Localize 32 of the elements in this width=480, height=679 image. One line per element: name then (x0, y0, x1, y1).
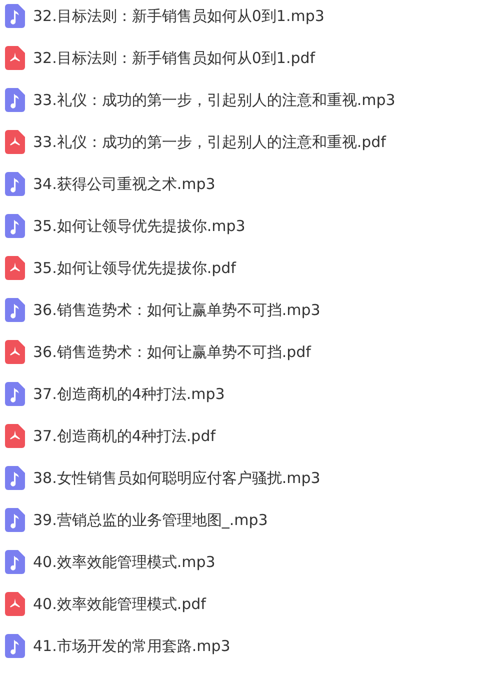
music-file-icon (5, 508, 25, 532)
file-name[interactable]: 33.礼仪：成功的第一步，引起别人的注意和重视.mp3 (33, 90, 396, 110)
file-name[interactable]: 35.如何让领导优先提拔你.pdf (33, 258, 236, 278)
pdf-file-icon (5, 46, 25, 70)
file-name[interactable]: 37.创造商机的4种打法.mp3 (33, 384, 225, 404)
pdf-file-icon (5, 592, 25, 616)
music-file-icon (5, 298, 25, 322)
file-name[interactable]: 34.获得公司重视之术.mp3 (33, 174, 216, 194)
music-file-icon (5, 4, 25, 28)
file-name[interactable]: 38.女性销售员如何聪明应付客户骚扰.mp3 (33, 468, 320, 488)
pdf-file-icon (5, 424, 25, 448)
file-name[interactable]: 32.目标法则：新手销售员如何从0到1.pdf (33, 48, 316, 68)
music-file-icon (5, 382, 25, 406)
file-name[interactable]: 40.效率效能管理模式.pdf (33, 594, 206, 614)
file-name[interactable]: 41.市场开发的常用套路.mp3 (33, 636, 230, 656)
music-file-icon (5, 466, 25, 490)
pdf-file-icon (5, 340, 25, 364)
file-name[interactable]: 36.销售造势术：如何让赢单势不可挡.pdf (33, 342, 311, 362)
music-file-icon (5, 88, 25, 112)
file-name[interactable]: 33.礼仪：成功的第一步，引起别人的注意和重视.pdf (33, 132, 386, 152)
music-file-icon (5, 172, 25, 196)
file-name[interactable]: 37.创造商机的4种打法.pdf (33, 426, 216, 446)
file-name[interactable]: 36.销售造势术：如何让赢单势不可挡.mp3 (33, 300, 320, 320)
file-name[interactable]: 40.效率效能管理模式.mp3 (33, 552, 216, 572)
music-file-icon (5, 550, 25, 574)
music-file-icon (5, 214, 25, 238)
file-name[interactable]: 35.如何让领导优先提拔你.mp3 (33, 216, 246, 236)
file-name[interactable]: 39.营销总监的业务管理地图_.mp3 (33, 510, 268, 530)
pdf-file-icon (5, 256, 25, 280)
file-name[interactable]: 32.目标法则：新手销售员如何从0到1.mp3 (33, 6, 324, 26)
music-file-icon (5, 634, 25, 658)
pdf-file-icon (5, 130, 25, 154)
